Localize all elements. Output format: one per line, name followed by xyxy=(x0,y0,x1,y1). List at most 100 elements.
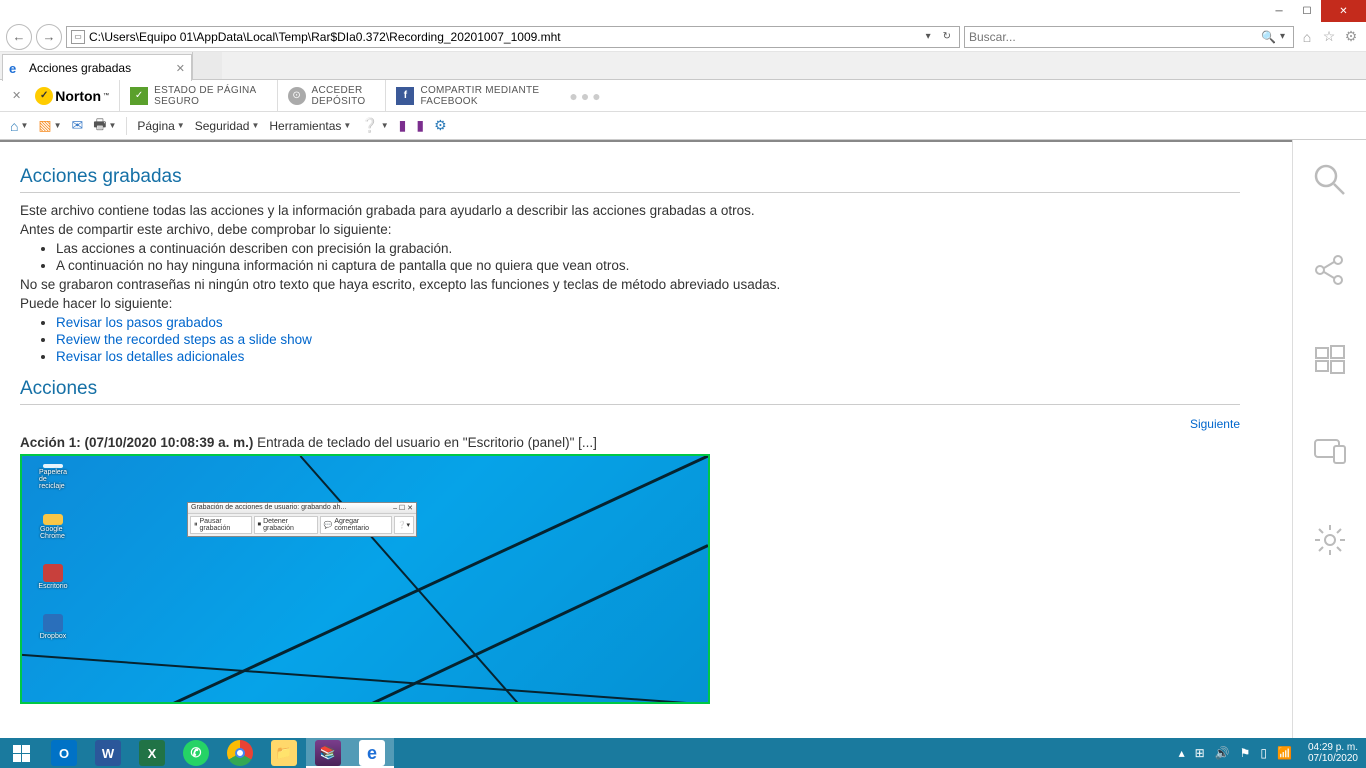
desktop-icon xyxy=(43,564,63,582)
password-note: No se grabaron contraseñas ni ningún otr… xyxy=(20,277,1240,292)
action-1-timestamp: Acción 1: (07/10/2020 10:08:39 a. m.) xyxy=(20,435,257,450)
maximize-button[interactable]: ☐ xyxy=(1293,0,1321,22)
tab-active[interactable]: e Acciones grabadas ✕ xyxy=(2,54,192,81)
taskbar-word[interactable]: W xyxy=(86,738,130,768)
clock-time: 04:29 p. m. xyxy=(1308,742,1358,753)
tray-dropbox-icon[interactable]: ⊞ xyxy=(1195,746,1205,760)
content-area[interactable]: Acciones grabadas Este archivo contiene … xyxy=(0,140,1292,738)
toolbar-close-icon[interactable]: ✕ xyxy=(8,89,25,102)
new-tab-button[interactable] xyxy=(192,52,222,79)
search-icon[interactable]: 🔍 xyxy=(1261,30,1276,44)
norton-toolbar: ✕ ✓ Norton ™ ✓ ESTADO DE PÁGINA SEGURO ⊙… xyxy=(0,80,1366,112)
settings-icon[interactable]: ⚙ xyxy=(1342,28,1360,46)
check-item-1: Las acciones a continuación describen co… xyxy=(56,241,1240,256)
tools-menu[interactable]: Herramientas▼ xyxy=(269,119,351,133)
system-tray: ▴ ⊞ 🔊 ⚑ ▯ 📶 04:29 p. m. 07/10/2020 xyxy=(1171,742,1366,764)
print-menu[interactable]: 🖶▼ xyxy=(93,114,116,138)
chrome-icon xyxy=(43,514,63,525)
magnify-icon[interactable] xyxy=(1310,160,1350,200)
back-button[interactable]: ← xyxy=(6,24,32,50)
heading-recorded-actions: Acciones grabadas xyxy=(20,166,1240,193)
vault-label-top: ACCEDER xyxy=(312,85,366,96)
link-next[interactable]: Siguiente xyxy=(1190,417,1240,431)
share-label-bottom: FACEBOOK xyxy=(420,96,539,107)
intro-text-2: Antes de compartir este archivo, debe co… xyxy=(20,222,1240,237)
favorites-icon[interactable]: ☆ xyxy=(1320,28,1338,46)
search-input[interactable] xyxy=(969,30,1261,44)
help-menu[interactable]: ❔▼ xyxy=(361,117,388,134)
vault-item[interactable]: ⊙ ACCEDER DEPÓSITO xyxy=(277,80,376,112)
page-icon: ▭ xyxy=(71,30,85,44)
taskbar-winrar[interactable]: 📚 xyxy=(306,738,350,768)
start-button[interactable] xyxy=(0,738,42,768)
ie-icon: e xyxy=(9,61,23,75)
taskbar-whatsapp[interactable]: ✆ xyxy=(174,738,218,768)
share-label-top: COMPARTIR MEDIANTE xyxy=(420,85,539,96)
settings-charm-icon[interactable] xyxy=(1310,520,1350,560)
address-bar[interactable]: ▭ ▾ ↻ xyxy=(66,26,960,48)
norton-logo[interactable]: ✓ Norton ™ xyxy=(35,87,109,105)
taskbar: O W X ✆ 📁 📚 e ▴ ⊞ 🔊 ⚑ ▯ 📶 04:29 p. m. 07… xyxy=(0,738,1366,768)
tray-flag-icon[interactable]: ⚑ xyxy=(1240,746,1251,760)
security-menu[interactable]: Seguridad▼ xyxy=(195,119,260,133)
command-toolbar: ⌂▼ ▧▼ ✉ 🖶▼ Página▼ Seguridad▼ Herramient… xyxy=(0,112,1366,140)
tray-network-icon[interactable]: 📶 xyxy=(1277,746,1292,760)
taskbar-chrome[interactable] xyxy=(218,738,262,768)
action-1-desc: Entrada de teclado del usuario en "Escri… xyxy=(257,435,597,450)
forward-button[interactable]: → xyxy=(36,24,62,50)
stop-recording-button: ⏹ Detener grabación xyxy=(254,516,318,534)
taskbar-excel[interactable]: X xyxy=(130,738,174,768)
window-titlebar: ─ ☐ ✕ xyxy=(0,0,1366,22)
tab-close-icon[interactable]: ✕ xyxy=(176,62,185,75)
vault-icon: ⊙ xyxy=(288,87,306,105)
close-button[interactable]: ✕ xyxy=(1321,0,1366,22)
search-bar[interactable]: 🔍 ▾ xyxy=(964,26,1294,48)
tray-battery-icon[interactable]: ▯ xyxy=(1260,746,1267,760)
norton-brand: Norton xyxy=(55,88,101,104)
action-1-header: Acción 1: (07/10/2020 10:08:39 a. m.) En… xyxy=(20,435,1240,450)
link-slideshow[interactable]: Review the recorded steps as a slide sho… xyxy=(56,332,312,347)
more-icon[interactable]: ●●● xyxy=(559,88,603,104)
link-details[interactable]: Revisar los detalles adicionales xyxy=(56,349,244,364)
minimize-button[interactable]: ─ xyxy=(1265,0,1293,22)
tab-bar: e Acciones grabadas ✕ xyxy=(0,52,1366,80)
feeds-menu[interactable]: ▧▼ xyxy=(38,117,61,134)
recycle-bin-icon xyxy=(43,464,63,468)
tab-title: Acciones grabadas xyxy=(29,61,131,75)
onenote-icon[interactable]: ▮ xyxy=(416,117,424,134)
tray-expand-icon[interactable]: ▴ xyxy=(1179,746,1185,760)
taskbar-clock[interactable]: 04:29 p. m. 07/10/2020 xyxy=(1302,742,1358,764)
share-icon[interactable] xyxy=(1310,250,1350,290)
taskbar-outlook[interactable]: O xyxy=(42,738,86,768)
refresh-button[interactable]: ↻ xyxy=(939,31,955,42)
start-icon[interactable] xyxy=(1310,340,1350,380)
page-menu[interactable]: Página▼ xyxy=(137,119,184,133)
tray-volume-icon[interactable]: 🔊 xyxy=(1215,746,1230,760)
recorder-window: Grabación de acciones de usuario: graban… xyxy=(187,502,417,537)
url-input[interactable] xyxy=(89,30,918,44)
link-review-steps[interactable]: Revisar los pasos grabados xyxy=(56,315,223,330)
options-intro: Puede hacer lo siguiente: xyxy=(20,296,1240,311)
gear-icon[interactable]: ⚙ xyxy=(434,117,447,134)
norton-check-icon: ✓ xyxy=(35,87,53,105)
dropdown-icon[interactable]: ▾ xyxy=(922,31,935,42)
add-comment-button: 💬 Agregar comentario xyxy=(320,516,392,534)
home-icon[interactable]: ⌂ xyxy=(1298,28,1316,46)
pause-recording-button: ⏸ Pausar grabación xyxy=(190,516,252,534)
home-menu[interactable]: ⌂▼ xyxy=(10,118,28,134)
share-item[interactable]: f COMPARTIR MEDIANTE FACEBOOK xyxy=(385,80,549,112)
onenote-linked-icon[interactable]: ▮ xyxy=(399,117,407,134)
page-status-label: ESTADO DE PÁGINA xyxy=(154,85,256,96)
taskbar-explorer[interactable]: 📁 xyxy=(262,738,306,768)
page-status-value: SEGURO xyxy=(154,96,256,107)
taskbar-ie[interactable]: e xyxy=(350,738,394,768)
search-dropdown-icon[interactable]: ▾ xyxy=(1276,31,1289,42)
devices-icon[interactable] xyxy=(1310,430,1350,470)
facebook-icon: f xyxy=(396,87,414,105)
vault-label-bottom: DEPÓSITO xyxy=(312,96,366,107)
navigation-bar: ← → ▭ ▾ ↻ 🔍 ▾ ⌂ ☆ ⚙ xyxy=(0,22,1366,52)
page-status-item[interactable]: ✓ ESTADO DE PÁGINA SEGURO xyxy=(119,80,266,112)
mail-button[interactable]: ✉ xyxy=(72,117,84,134)
separator xyxy=(126,117,127,135)
heading-actions: Acciones xyxy=(20,378,1240,405)
